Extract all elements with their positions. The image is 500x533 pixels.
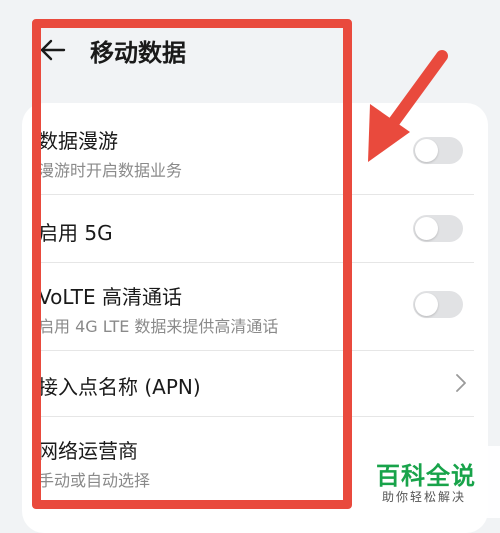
toggle-knob [415,139,438,162]
setting-subtitle: 手动或自动选择 [38,471,151,490]
enable-5g-toggle[interactable] [413,215,463,242]
volte-toggle[interactable] [413,291,463,318]
watermark-sub-text: 助你轻松解决 [382,490,467,504]
back-arrow-icon[interactable] [38,36,66,64]
page-title: 移动数据 [90,39,186,67]
data-roaming-toggle[interactable] [413,137,463,164]
setting-data-roaming[interactable]: 数据漫游 漫游时开启数据业务 [22,103,488,195]
setting-title: 启用 5G [38,221,113,245]
toggle-knob [415,293,438,316]
toggle-knob [415,217,438,240]
watermark-main-text: 百科全说 [376,462,476,490]
setting-apn[interactable]: 接入点名称 (APN) [22,351,488,417]
setting-volte-hd-call[interactable]: VoLTE 高清通话 启用 4G LTE 数据来提供高清通话 [22,263,488,351]
header: 移动数据 [0,0,500,100]
chevron-right-icon [456,374,466,392]
setting-enable-5g[interactable]: 启用 5G [22,195,488,263]
setting-title: VoLTE 高清通话 [38,285,182,309]
setting-title: 数据漫游 [38,129,118,153]
watermark-logo: 百科全说 助你轻松解决 [360,446,500,518]
setting-subtitle: 漫游时开启数据业务 [38,161,183,180]
setting-title: 网络运营商 [38,439,138,463]
setting-subtitle: 启用 4G LTE 数据来提供高清通话 [38,317,279,336]
setting-title: 接入点名称 (APN) [38,375,201,399]
